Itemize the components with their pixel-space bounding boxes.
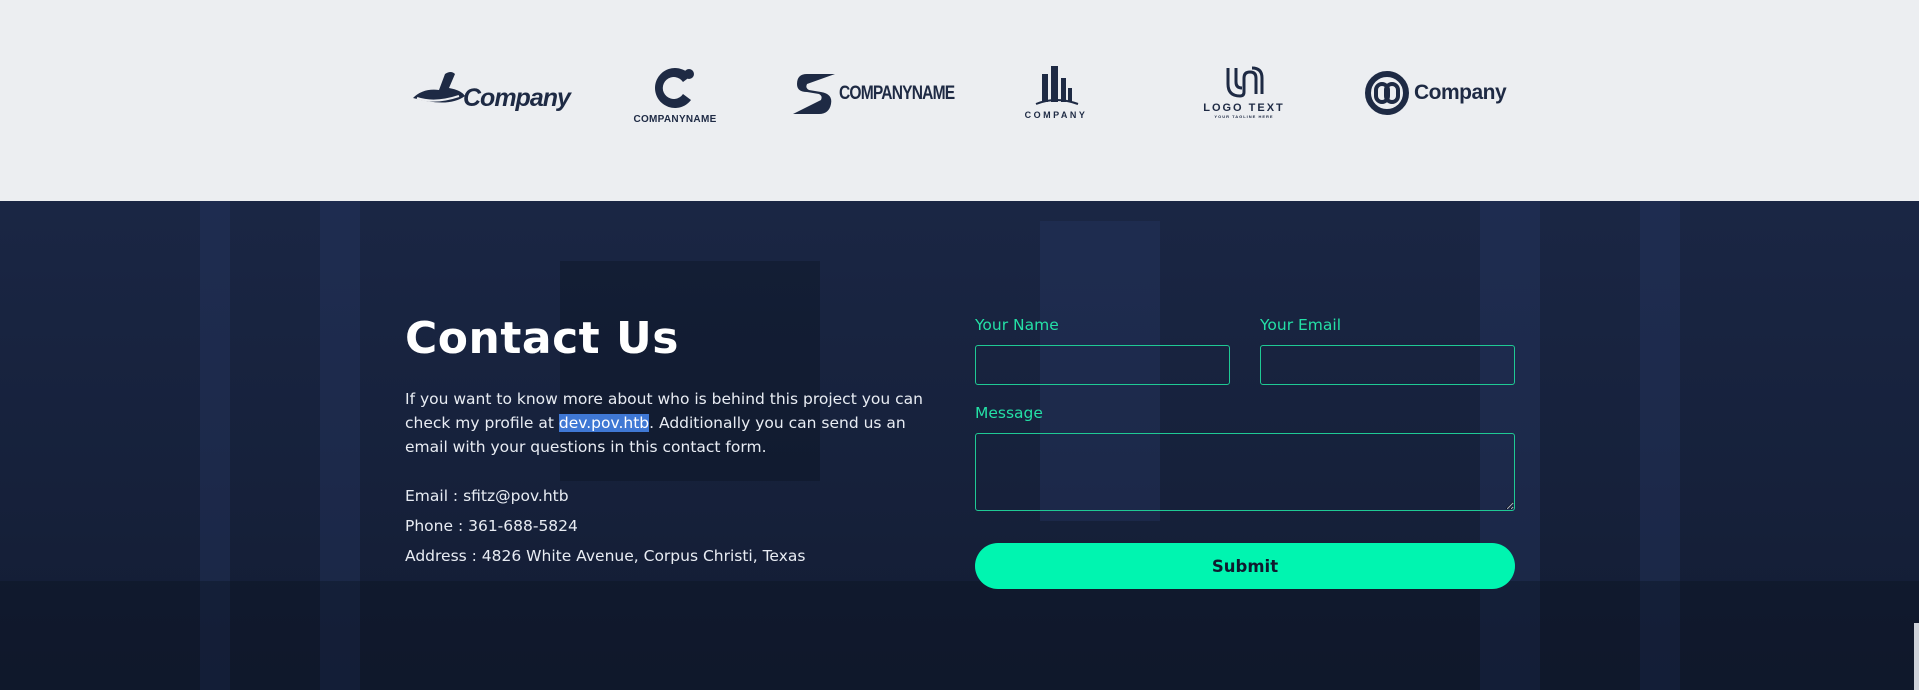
page-scrollbar-thumb[interactable] <box>1914 623 1919 690</box>
partner-logo-5: LOGO TEXT YOUR TAGLINE HERE <box>1202 64 1286 119</box>
logo-text: Company <box>463 83 571 112</box>
profile-link[interactable]: dev.pov.htb <box>558 414 650 432</box>
contact-address: Address : 4826 White Avenue, Corpus Chri… <box>405 547 806 565</box>
partner-logo-1: Company <box>409 68 571 114</box>
logo-text: COMPANYNAME <box>633 114 717 125</box>
partner-logos-band: Company COMPANYNAME COMPANYNAME COMPANY <box>0 0 1919 201</box>
message-textarea[interactable] <box>975 433 1515 511</box>
partner-logo-3: COMPANYNAME <box>791 70 980 118</box>
email-input[interactable] <box>1260 345 1515 385</box>
buildings-icon <box>1035 66 1079 105</box>
partner-logo-4: COMPANY <box>1018 64 1094 120</box>
partner-logo-6: Company <box>1364 70 1507 116</box>
submit-button[interactable]: Submit <box>975 543 1515 589</box>
c-mark-icon <box>655 68 694 108</box>
partner-logo-2: COMPANYNAME <box>627 64 723 125</box>
logo-text: COMPANYNAME <box>839 83 955 104</box>
contact-section <box>0 201 1919 690</box>
background-texture <box>0 581 1919 690</box>
s-mark-icon <box>793 74 835 114</box>
email-label: Your Email <box>1260 316 1342 334</box>
logo-tagline: YOUR TAGLINE HERE <box>1214 114 1274 119</box>
linked-rings-icon <box>1365 71 1409 115</box>
contact-email: Email : sfitz@pov.htb <box>405 487 569 505</box>
name-input[interactable] <box>975 345 1230 385</box>
contact-title: Contact Us <box>405 313 679 364</box>
logo-text: Company <box>1414 81 1507 104</box>
logo-text: LOGO TEXT <box>1203 102 1285 114</box>
message-label: Message <box>975 404 1043 422</box>
contact-phone: Phone : 361-688-5824 <box>405 517 578 535</box>
contact-description: If you want to know more about who is be… <box>405 387 950 459</box>
name-label: Your Name <box>975 316 1059 334</box>
u-mark-icon <box>1226 66 1264 98</box>
logo-text: COMPANY <box>1024 110 1088 120</box>
hat-icon <box>413 72 465 103</box>
